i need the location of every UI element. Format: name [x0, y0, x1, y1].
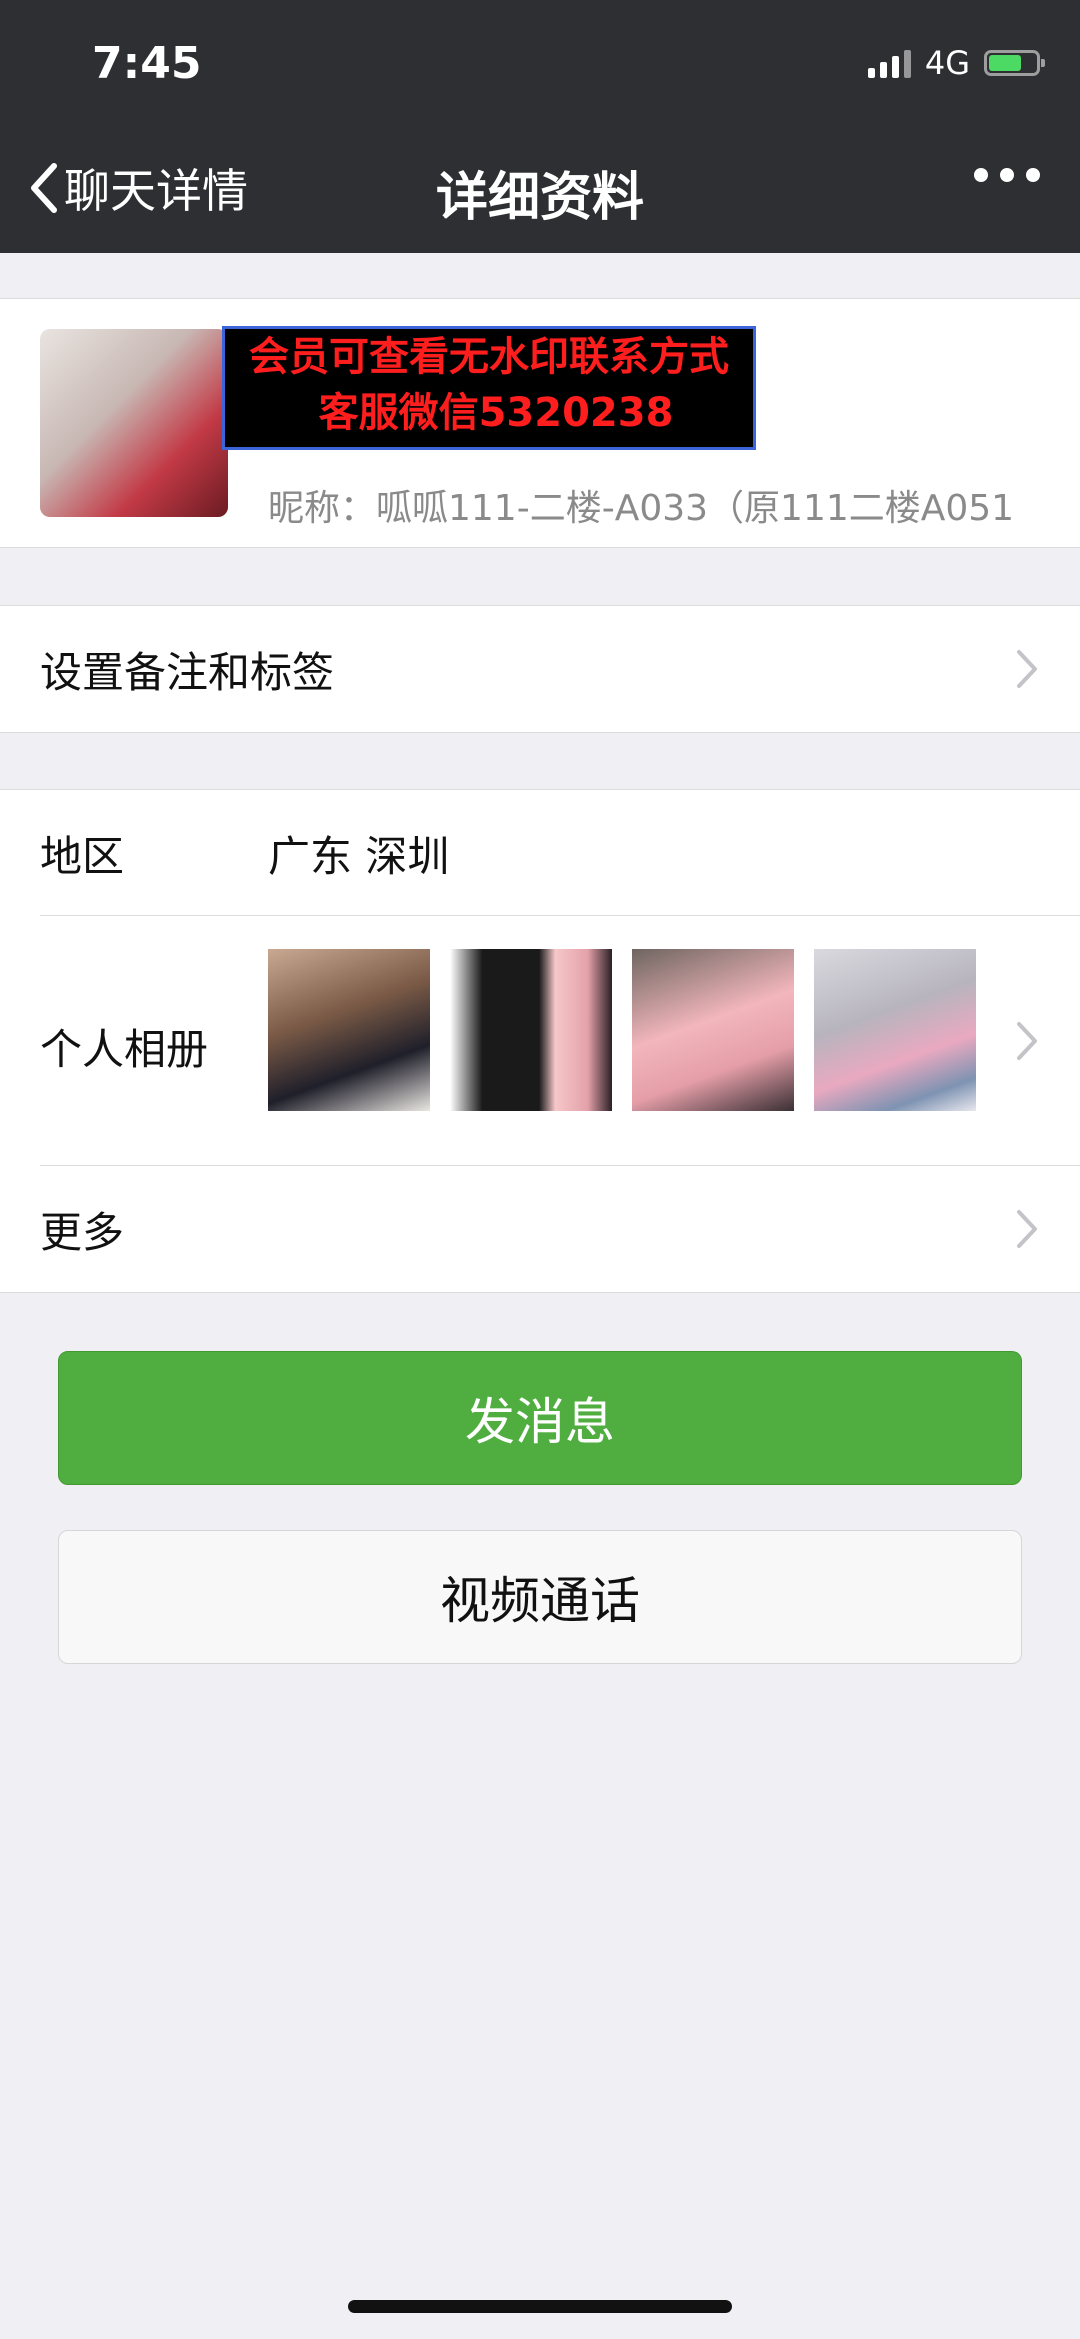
avatar[interactable]	[40, 329, 228, 517]
info-card: 地区 广东 深圳 个人相册 更多	[0, 789, 1080, 1293]
nickname: 昵称：呱呱111-二楼-A033（原111二楼A051	[268, 488, 1015, 529]
network-label: 4G	[924, 44, 970, 82]
top-bar: 7:45 4G 聊天详情 详细资料	[0, 0, 1080, 253]
signal-icon	[867, 48, 911, 78]
home-indicator[interactable]	[348, 2300, 732, 2313]
send-message-button[interactable]: 发消息	[58, 1351, 1022, 1485]
remark-row[interactable]: 设置备注和标签	[0, 605, 1080, 733]
album-label: 个人相册	[40, 1025, 209, 1074]
watermark-line-2: 客服微信5320238	[318, 390, 674, 436]
watermark-line-1: 会员可查看无水印联系方式	[249, 334, 729, 380]
status-time: 7:45	[92, 38, 202, 89]
chevron-right-icon	[1017, 1210, 1037, 1248]
album-photo	[632, 949, 794, 1111]
status-indicators: 4G	[867, 44, 1045, 82]
region-row: 地区 广东 深圳	[0, 790, 1080, 916]
album-photo	[268, 949, 430, 1111]
album-photo	[450, 949, 612, 1111]
album-thumbnails	[268, 949, 976, 1111]
video-call-button[interactable]: 视频通话	[58, 1530, 1022, 1664]
battery-icon	[984, 50, 1045, 76]
page-title: 详细资料	[435, 168, 644, 228]
chevron-right-icon	[1017, 1022, 1037, 1060]
album-row[interactable]: 个人相册	[0, 916, 1080, 1166]
album-photo	[814, 949, 976, 1111]
more-options-icon[interactable]	[974, 168, 1040, 182]
more-row[interactable]: 更多	[0, 1166, 1080, 1292]
chevron-right-icon	[1017, 650, 1037, 688]
watermark-overlay: 会员可查看无水印联系方式 客服微信5320238	[222, 326, 756, 450]
remark-label: 设置备注和标签	[40, 647, 335, 697]
profile-card[interactable]: 会员可查看无水印联系方式 客服微信5320238 昵称：呱呱111-二楼-A03…	[0, 298, 1080, 548]
region-value: 广东 深圳	[268, 831, 450, 881]
more-label: 更多	[40, 1207, 125, 1257]
region-label: 地区	[40, 831, 125, 881]
